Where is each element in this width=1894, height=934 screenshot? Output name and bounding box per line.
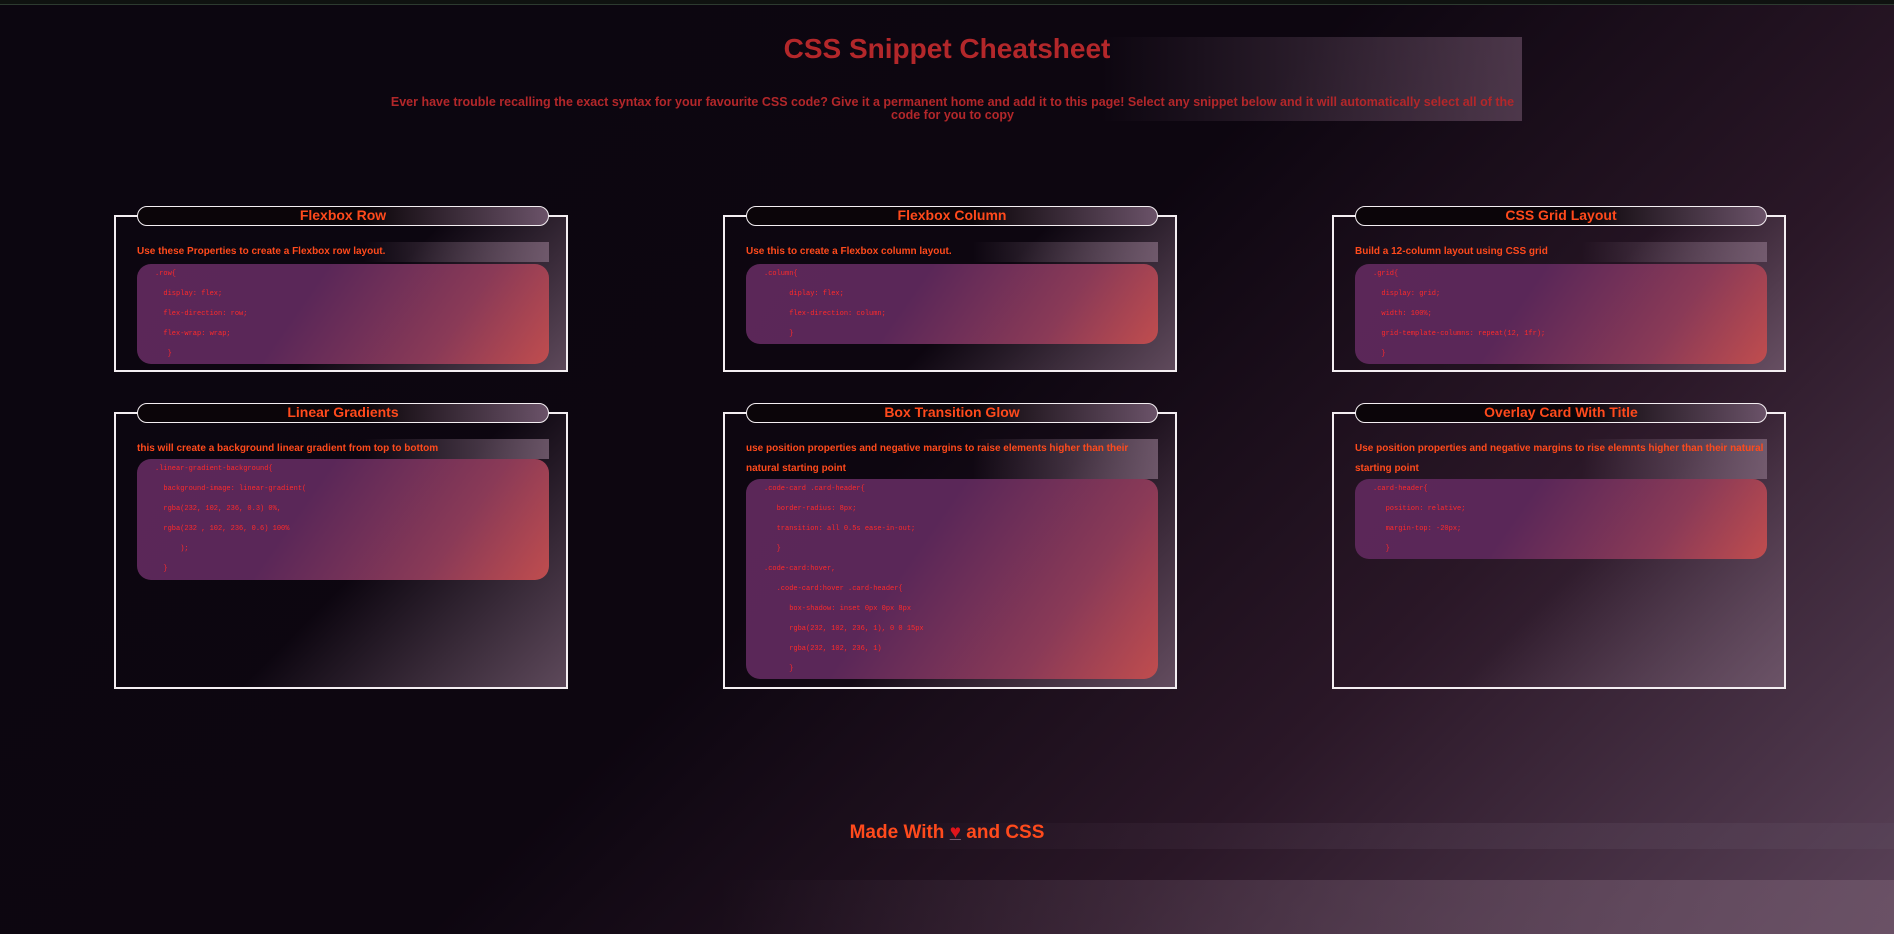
- top-border: [0, 0, 1894, 5]
- code-line: .code-card .card-header{: [764, 485, 865, 493]
- code-snippet[interactable]: .code-card .card-header{ border-radius: …: [746, 479, 1158, 679]
- code-line: }: [155, 565, 168, 573]
- code-line: }: [155, 350, 172, 358]
- code-line: .code-card:hover,: [764, 565, 836, 573]
- code-line: flex-direction: row;: [155, 310, 248, 318]
- card-description: Use these Properties to create a Flexbox…: [137, 242, 549, 262]
- card-description: Use position properties and negative mar…: [1355, 439, 1767, 479]
- code-line: .linear-gradient-background{: [155, 465, 273, 473]
- code-line: display: grid;: [1373, 290, 1441, 298]
- code-line: rgba(232 , 102, 236, 0.6) 100%: [155, 525, 290, 533]
- code-snippet[interactable]: .card-header{ position: relative; margin…: [1355, 479, 1767, 559]
- card-title: CSS Grid Layout: [1355, 206, 1767, 226]
- card-description: this will create a background linear gra…: [137, 439, 549, 459]
- code-line: diplay: flex;: [764, 290, 844, 298]
- card-description: use position properties and negative mar…: [746, 439, 1158, 479]
- code-line: }: [764, 545, 781, 553]
- code-line: .card-header{: [1373, 485, 1428, 493]
- snippet-card-css-grid: CSS Grid Layout Build a 12-column layout…: [1332, 206, 1786, 372]
- page-title: CSS Snippet Cheatsheet: [783, 33, 1111, 64]
- code-line: }: [764, 665, 794, 673]
- code-snippet[interactable]: .row{ display: flex; flex-direction: row…: [137, 264, 549, 364]
- code-snippet[interactable]: .column{ diplay: flex; flex-direction: c…: [746, 264, 1158, 344]
- heart-icon: ♥: [949, 822, 961, 843]
- footer-prefix: Made With: [849, 822, 945, 843]
- code-line: }: [1373, 545, 1390, 553]
- code-line: position: relative;: [1373, 505, 1466, 513]
- code-line: .column{: [764, 270, 798, 278]
- code-line: rgba(232, 102, 236, 1): [764, 645, 882, 653]
- snippet-card-box-transition-glow: Box Transition Glow use position propert…: [723, 403, 1177, 689]
- card-description: Use this to create a Flexbox column layo…: [746, 242, 1158, 262]
- snippet-card-flexbox-row: Flexbox Row Use these Properties to crea…: [114, 206, 568, 372]
- code-line: width: 100%;: [1373, 310, 1432, 318]
- code-line: .code-card:hover .card-header{: [764, 585, 903, 593]
- code-snippet[interactable]: .linear-gradient-background{ background-…: [137, 459, 549, 580]
- code-line: .grid{: [1373, 270, 1399, 278]
- code-line: background-image: linear-gradient(: [155, 485, 307, 493]
- footer-highlight-lower: [720, 880, 1894, 934]
- code-line: margin-top: -20px;: [1373, 525, 1462, 533]
- snippet-card-flexbox-column: Flexbox Column Use this to create a Flex…: [723, 206, 1177, 372]
- intro-text: Ever have trouble recalling the exact sy…: [390, 95, 1515, 122]
- code-line: }: [1373, 350, 1386, 358]
- card-title: Box Transition Glow: [746, 403, 1158, 423]
- snippet-card-linear-gradients: Linear Gradients this will create a back…: [114, 403, 568, 689]
- code-line: );: [155, 545, 189, 553]
- code-line: transition: all 0.5s ease-in-out;: [764, 525, 916, 533]
- code-line: rgba(232, 102, 236, 0.3) 0%,: [155, 505, 282, 513]
- code-line: box-shadow: inset 0px 0px 8px: [764, 605, 912, 613]
- card-title: Flexbox Column: [746, 206, 1158, 226]
- code-line: display: flex;: [155, 290, 223, 298]
- code-line: }: [764, 330, 794, 338]
- code-line: grid-template-columns: repeat(12, 1fr);: [1373, 330, 1546, 338]
- card-title: Linear Gradients: [137, 403, 549, 423]
- footer-suffix: and CSS: [966, 822, 1045, 843]
- card-description: Build a 12-column layout using CSS grid: [1355, 242, 1767, 262]
- code-snippet[interactable]: .grid{ display: grid; width: 100%; grid-…: [1355, 264, 1767, 364]
- code-line: .row{: [155, 270, 177, 278]
- code-line: flex-direction: column;: [764, 310, 886, 318]
- card-title: Overlay Card With Title: [1355, 403, 1767, 423]
- footer-text: Made With ♥ and CSS: [0, 822, 1894, 844]
- snippet-card-overlay-title: Overlay Card With Title Use position pro…: [1332, 403, 1786, 689]
- code-line: border-radius: 8px;: [764, 505, 857, 513]
- code-line: flex-wrap: wrap;: [155, 330, 231, 338]
- card-title: Flexbox Row: [137, 206, 549, 226]
- code-line: rgba(232, 102, 236, 1), 0 0 15px: [764, 625, 924, 633]
